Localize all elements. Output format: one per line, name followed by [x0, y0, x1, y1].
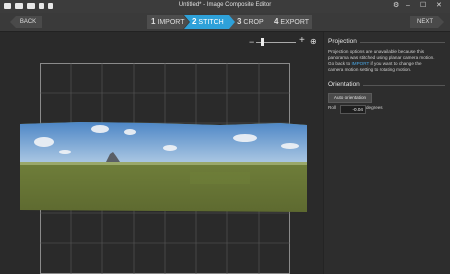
projection-text-line: camera motion setting to rotating motion… — [328, 67, 412, 72]
next-button[interactable]: NEXT — [410, 16, 444, 28]
step-number: 3 — [237, 17, 242, 26]
step-label: CROP — [243, 19, 264, 26]
orientation-title: Orientation — [328, 81, 360, 88]
step-label: IMPORT — [157, 19, 185, 26]
divider — [360, 42, 445, 43]
workflow-toolbar: BACK 1 IMPORT 2 STITCH 3 CROP 4 EXPORT N… — [0, 13, 450, 32]
maximize-button[interactable]: ☐ — [420, 1, 426, 11]
import-link[interactable]: IMPORT — [352, 61, 370, 66]
step-label: STITCH — [198, 19, 224, 26]
minimize-button[interactable]: – — [406, 1, 410, 11]
panorama-image[interactable] — [20, 122, 307, 212]
roll-input[interactable]: -0.04 — [340, 105, 366, 114]
window-title: Untitled* - Image Composite Editor — [178, 2, 272, 8]
tab-export[interactable]: 4 EXPORT — [266, 15, 312, 29]
zoom-in-button[interactable]: + — [299, 36, 305, 46]
auto-orientation-button[interactable]: Auto orientation — [328, 93, 372, 103]
step-number: 1 — [151, 17, 156, 26]
zoom-slider-thumb[interactable] — [261, 38, 264, 46]
title-bar: Untitled* - Image Composite Editor ⚙ – ☐… — [0, 0, 450, 13]
tab-stitch[interactable]: 2 STITCH — [184, 15, 238, 29]
step-label: EXPORT — [280, 19, 310, 26]
projection-title: Projection — [328, 38, 357, 45]
tab-import[interactable]: 1 IMPORT — [147, 15, 189, 29]
divider — [363, 85, 445, 86]
step-number: 4 — [274, 17, 279, 26]
roll-label: Roll — [328, 105, 336, 110]
text-fragment: if you want to change the — [369, 61, 422, 66]
settings-icon[interactable]: ⚙ — [393, 1, 399, 11]
step-number: 2 — [192, 17, 197, 26]
close-button[interactable]: ✕ — [436, 1, 442, 11]
fit-view-icon[interactable]: ⊕ — [310, 37, 317, 47]
back-button[interactable]: BACK — [10, 16, 42, 28]
roll-unit: degrees — [366, 105, 383, 110]
text-fragment: Go back to — [328, 61, 352, 66]
zoom-out-button[interactable]: − — [249, 37, 254, 47]
